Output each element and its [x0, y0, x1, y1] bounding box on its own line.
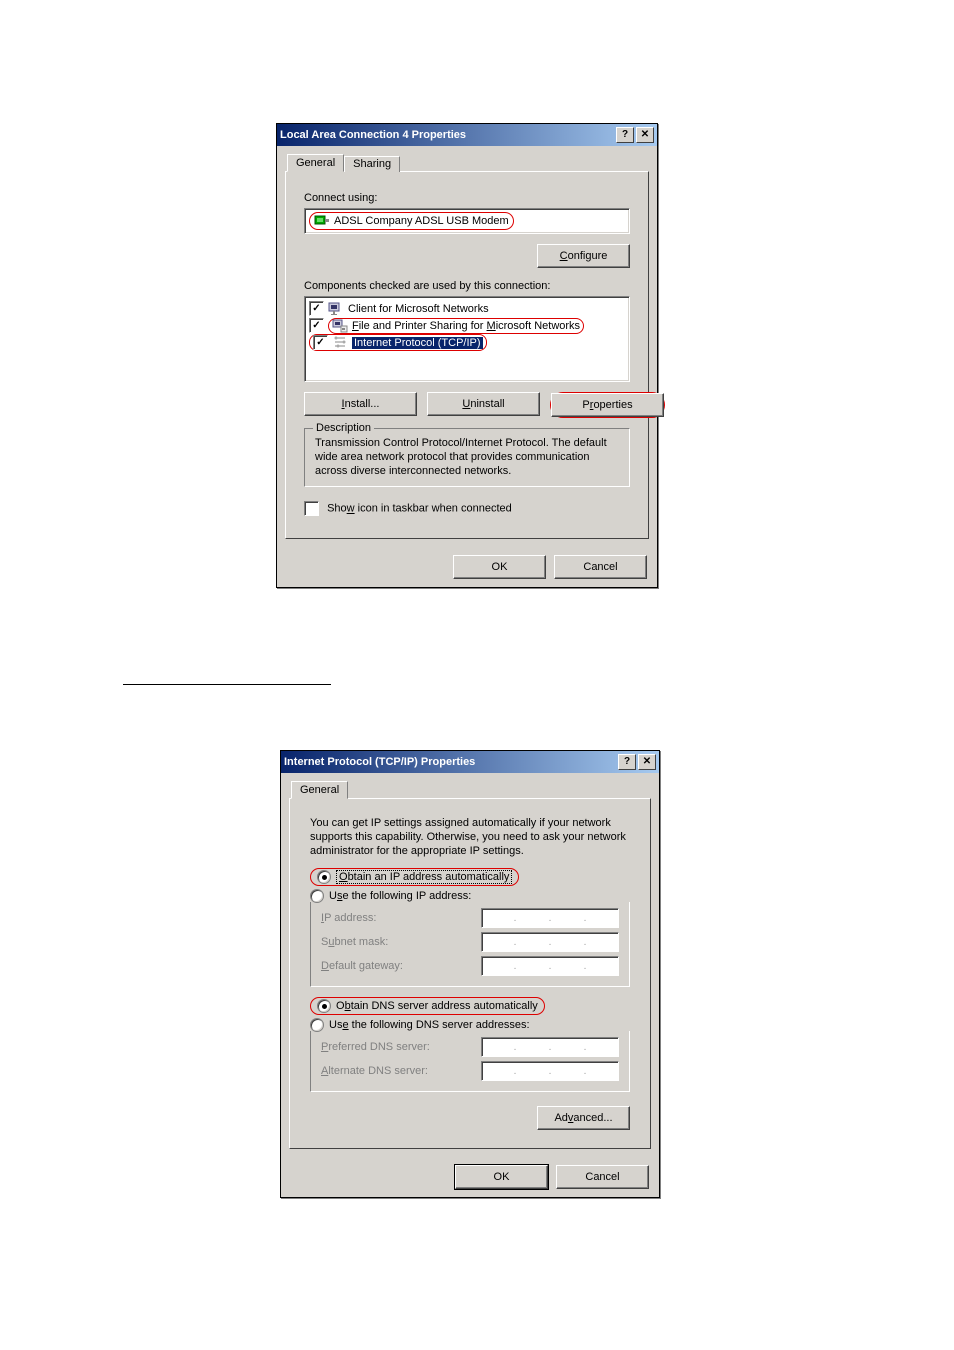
tab-general[interactable]: General	[287, 154, 344, 172]
list-item[interactable]: Internet Protocol (TCP/IP)	[309, 334, 625, 351]
ip-address-label: IP address:	[321, 912, 481, 924]
checkbox-icon[interactable]	[313, 335, 328, 350]
dialog-title: Local Area Connection 4 Properties	[280, 129, 614, 141]
lan-properties-dialog: Local Area Connection 4 Properties ? ✕ G…	[276, 123, 658, 588]
tabs: General	[289, 781, 651, 799]
components-list[interactable]: Client for Microsoft Networks File and P…	[304, 296, 630, 382]
checkbox-icon[interactable]	[309, 301, 324, 316]
checkbox-icon[interactable]	[309, 318, 324, 333]
properties-button[interactable]: Properties	[551, 393, 664, 417]
pref-dns-label: Preferred DNS server:	[321, 1041, 481, 1053]
adapter-name: ADSL Company ADSL USB Modem	[334, 215, 509, 227]
subnet-mask-input: ...	[481, 932, 619, 952]
close-button[interactable]: ✕	[636, 127, 654, 143]
tcpip-properties-dialog: Internet Protocol (TCP/IP) Properties ? …	[280, 750, 660, 1198]
dialog-title: Internet Protocol (TCP/IP) Properties	[284, 756, 616, 768]
ok-button[interactable]: OK	[455, 1165, 548, 1189]
tab-general[interactable]: General	[291, 781, 348, 799]
ip-address-input: ...	[481, 908, 619, 928]
connect-using-label: Connect using:	[304, 192, 630, 204]
cancel-button[interactable]: Cancel	[556, 1165, 649, 1189]
option-manual-dns[interactable]: Use the following DNS server addresses:	[310, 1018, 630, 1032]
item-label: Internet Protocol (TCP/IP)	[352, 337, 483, 349]
alt-dns-label: Alternate DNS server:	[321, 1065, 481, 1077]
radio-icon[interactable]	[310, 889, 324, 903]
subnet-mask-label: Subnet mask:	[321, 936, 481, 948]
pref-dns-input: ...	[481, 1037, 619, 1057]
show-icon-label: Show icon in taskbar when connected	[327, 503, 512, 515]
show-icon-checkbox[interactable]	[304, 501, 319, 516]
configure-button[interactable]: Configure	[537, 244, 630, 268]
radio-icon[interactable]	[317, 999, 331, 1013]
uninstall-button[interactable]: Uninstall	[427, 392, 540, 416]
item-label: File and Printer Sharing for Microsoft N…	[352, 320, 580, 332]
help-button[interactable]: ?	[618, 754, 636, 770]
titlebar[interactable]: Local Area Connection 4 Properties ? ✕	[277, 124, 657, 146]
intro-text: You can get IP settings assigned automat…	[310, 817, 630, 858]
nic-icon	[314, 214, 330, 228]
help-button[interactable]: ?	[616, 127, 634, 143]
item-label: Client for Microsoft Networks	[348, 303, 489, 315]
protocol-icon	[332, 336, 348, 350]
description-legend: Description	[313, 422, 374, 434]
radio-icon[interactable]	[317, 870, 331, 884]
option-manual-ip[interactable]: Use the following IP address:	[310, 889, 630, 903]
option-auto-ip[interactable]: Obtain an IP address automatically	[310, 868, 630, 886]
install-button[interactable]: Install...	[304, 392, 417, 416]
radio-icon[interactable]	[310, 1018, 324, 1032]
cancel-button[interactable]: Cancel	[554, 555, 647, 579]
adapter-field: ADSL Company ADSL USB Modem	[304, 208, 630, 234]
document-underline	[123, 684, 331, 685]
description-group: Description Transmission Control Protoco…	[304, 428, 630, 487]
list-item[interactable]: File and Printer Sharing for Microsoft N…	[309, 317, 625, 334]
components-label: Components checked are used by this conn…	[304, 280, 630, 292]
alt-dns-input: ...	[481, 1061, 619, 1081]
description-text: Transmission Control Protocol/Internet P…	[315, 437, 619, 478]
share-icon	[332, 319, 348, 333]
titlebar[interactable]: Internet Protocol (TCP/IP) Properties ? …	[281, 751, 659, 773]
tab-sharing[interactable]: Sharing	[344, 156, 400, 172]
gateway-input: ...	[481, 956, 619, 976]
tabs: General Sharing	[285, 154, 649, 172]
advanced-button[interactable]: Advanced...	[537, 1106, 630, 1130]
ok-button[interactable]: OK	[453, 555, 546, 579]
option-auto-dns[interactable]: Obtain DNS server address automatically	[310, 997, 630, 1015]
list-item[interactable]: Client for Microsoft Networks	[309, 300, 625, 317]
close-button[interactable]: ✕	[638, 754, 656, 770]
client-icon	[328, 302, 344, 316]
gateway-label: Default gateway:	[321, 960, 481, 972]
